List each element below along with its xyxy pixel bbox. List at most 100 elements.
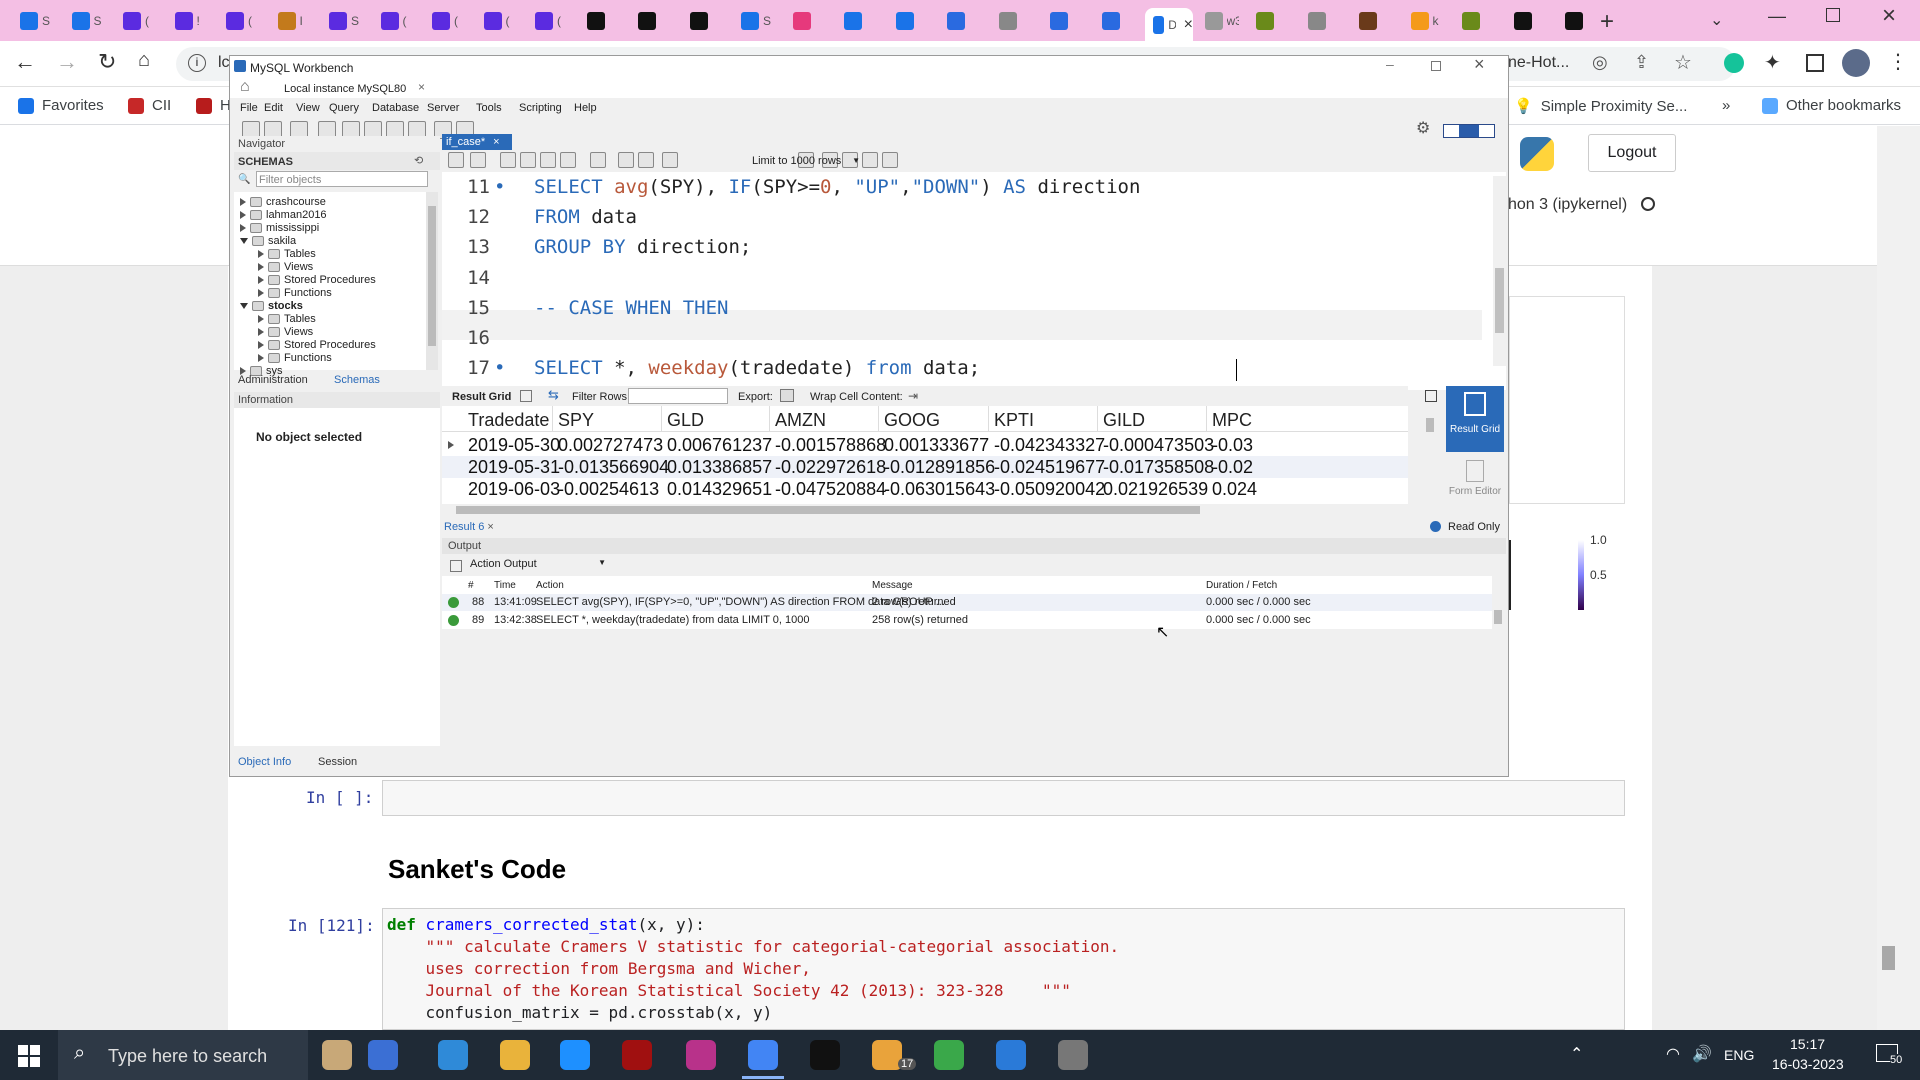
show-hidden-icons[interactable]: ⌃ [1570, 1044, 1583, 1064]
grid-hscroll-thumb[interactable] [456, 506, 1200, 514]
wb-close[interactable]: × [1474, 54, 1485, 75]
form-editor-side-button[interactable]: Form Editor [1446, 456, 1504, 508]
table-cell[interactable]: -0.017358508 [1103, 457, 1214, 478]
browser-tab[interactable]: ( [476, 8, 524, 34]
share-icon[interactable]: ⇪ [1634, 52, 1649, 73]
table-cell[interactable]: -0.047520884 [775, 479, 886, 500]
query-tab[interactable]: if_case* × [442, 134, 512, 150]
browser-tab[interactable] [888, 8, 936, 34]
expand-arrow-icon[interactable] [258, 354, 264, 362]
editor-toolbar-icon[interactable] [590, 152, 606, 168]
grid-vscroll-thumb[interactable] [1426, 418, 1434, 432]
session-tab[interactable]: Session [318, 756, 357, 768]
expand-arrow-icon[interactable] [240, 224, 246, 232]
lang-label[interactable]: ENG [1724, 1047, 1754, 1063]
tree-scrollbar[interactable] [426, 192, 438, 370]
table-cell[interactable]: 2019-05-30 [468, 435, 560, 456]
tab-close-icon[interactable]: × [1184, 16, 1193, 34]
expand-arrow-icon[interactable] [258, 250, 264, 258]
table-cell[interactable]: 0.001333677 [884, 435, 989, 456]
chrome-app-icon[interactable] [748, 1040, 778, 1070]
settings-gear-icon[interactable]: ⚙ [1416, 118, 1430, 138]
bookmarks-more[interactable]: » [1722, 97, 1730, 114]
extensions-icon[interactable]: ✦ [1764, 50, 1781, 75]
browser-tab[interactable] [579, 8, 627, 34]
layout-toggle-icons[interactable] [1443, 124, 1495, 138]
browser-tab[interactable] [630, 8, 678, 34]
action-output-select[interactable]: Action Output ▼ [470, 558, 610, 574]
browser-tab[interactable]: S [733, 8, 781, 34]
app-icon[interactable] [686, 1040, 716, 1070]
browser-tab[interactable] [1094, 8, 1142, 34]
tree-item[interactable]: stocks [240, 300, 303, 312]
editor-toolbar-icon[interactable] [500, 152, 516, 168]
expand-arrow-icon[interactable] [258, 276, 264, 284]
clock-time[interactable]: 15:17 [1790, 1036, 1825, 1052]
tree-item[interactable]: Stored Procedures [258, 339, 376, 351]
grid-hscroll[interactable] [442, 504, 1422, 516]
instance-tab[interactable]: Local instance MySQL80 [284, 83, 406, 95]
bookmark-simple-proximity[interactable]: 💡 Simple Proximity Se... [1514, 97, 1687, 116]
tree-item[interactable]: Tables [258, 313, 316, 325]
back-icon[interactable]: ← [14, 49, 36, 75]
expand-arrow-icon[interactable] [258, 289, 264, 297]
tab-search-icon[interactable]: ⌄ [1710, 10, 1723, 30]
table-cell[interactable]: 0.024 [1212, 479, 1257, 500]
toggle-panel-icon[interactable] [1425, 390, 1437, 402]
admin-tab[interactable]: Administration [238, 374, 308, 386]
browser-tab[interactable]: S [64, 8, 112, 34]
menu-icon[interactable]: ⋮ [1888, 49, 1908, 74]
table-cell[interactable]: 2019-05-31 [468, 457, 560, 478]
object-info-tab[interactable]: Object Info [238, 756, 291, 768]
column-header[interactable]: SPY [558, 410, 594, 431]
tree-item[interactable]: crashcourse [240, 196, 326, 208]
browser-tab[interactable] [991, 8, 1039, 34]
tree-item[interactable]: Views [258, 326, 313, 338]
menu-item[interactable]: Database [372, 102, 419, 114]
table-cell[interactable]: -0.000473503 [1103, 435, 1214, 456]
table-cell[interactable]: -0.024519677 [994, 457, 1105, 478]
editor-toolbar-icon[interactable] [882, 152, 898, 168]
menu-item[interactable]: View [296, 102, 320, 114]
browser-tab[interactable] [1454, 8, 1502, 34]
browser-tab[interactable]: I [270, 8, 318, 34]
table-cell[interactable]: -0.013566904 [558, 457, 669, 478]
edge-app-icon[interactable] [438, 1040, 468, 1070]
editor-toolbar-icon[interactable] [618, 152, 634, 168]
table-cell[interactable]: 0.006761237 [667, 435, 772, 456]
browser-tab[interactable]: k [1403, 8, 1451, 34]
editor-toolbar-icon[interactable] [560, 152, 576, 168]
editor-toolbar-icon[interactable] [638, 152, 654, 168]
grid-vscroll[interactable] [1424, 408, 1436, 504]
result-grid-side-button[interactable]: Result Grid [1446, 386, 1504, 452]
table-cell[interactable]: -0.022972618 [775, 457, 886, 478]
browser-tab[interactable] [836, 8, 884, 34]
browser-tab[interactable] [939, 8, 987, 34]
copy-icon[interactable] [450, 560, 462, 572]
table-cell[interactable]: -0.001578868 [775, 435, 886, 456]
clock-date[interactable]: 16-03-2023 [1772, 1056, 1844, 1072]
editor-toolbar-icon[interactable] [540, 152, 556, 168]
collapse-arrow-icon[interactable] [240, 238, 248, 244]
globe-app-icon[interactable] [934, 1040, 964, 1070]
wb-minimize[interactable]: – [1386, 56, 1394, 72]
expand-arrow-icon[interactable] [240, 211, 246, 219]
home-icon[interactable]: ⌂ [138, 49, 150, 72]
editor-toolbar-icon[interactable] [662, 152, 678, 168]
tree-item[interactable]: Stored Procedures [258, 274, 376, 286]
menu-item[interactable]: Query [329, 102, 359, 114]
browser-tab[interactable]: w3 [1197, 8, 1245, 34]
table-cell[interactable]: 0.013386857 [667, 457, 772, 478]
close-window-button[interactable]: × [1882, 2, 1896, 30]
browser-tab[interactable] [1351, 8, 1399, 34]
tree-item[interactable]: Views [258, 261, 313, 273]
new-tab-button[interactable]: + [1600, 8, 1614, 36]
menu-item[interactable]: Scripting [519, 102, 562, 114]
grammarly-icon[interactable] [1724, 53, 1744, 73]
expand-arrow-icon[interactable] [258, 315, 264, 323]
editor-toolbar-icon[interactable] [520, 152, 536, 168]
sql-editor[interactable]: 11•121314151617•18SELECT avg(SPY), IF(SP… [442, 172, 1506, 390]
instance-tab-close[interactable]: × [418, 80, 425, 94]
code-cell-input[interactable]: def cramers_corrected_stat(x, y): """ ca… [382, 908, 1625, 1030]
column-header[interactable]: GILD [1103, 410, 1145, 431]
